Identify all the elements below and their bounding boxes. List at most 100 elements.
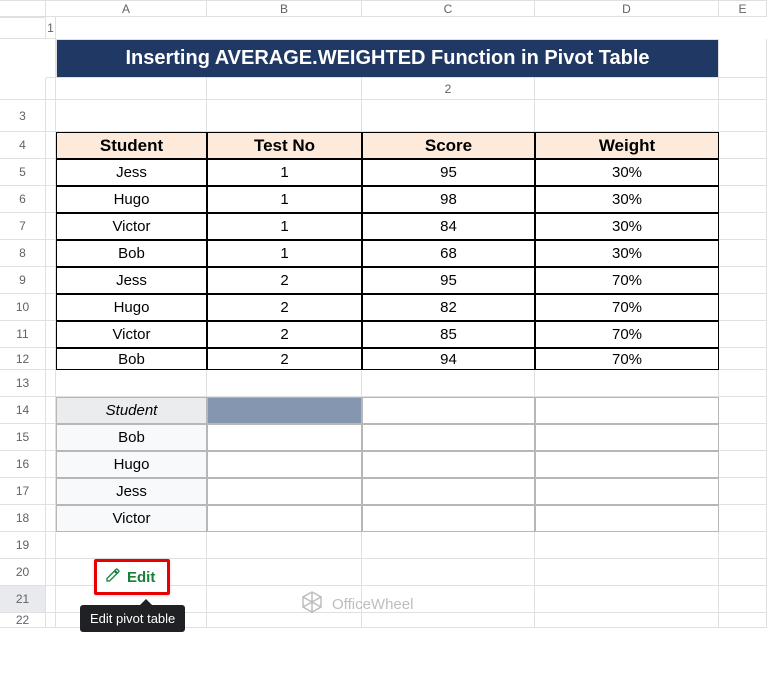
cell-A5[interactable] xyxy=(46,159,56,186)
pivot-blank[interactable] xyxy=(535,451,719,478)
cell-F17[interactable] xyxy=(719,478,767,505)
row-header-2[interactable]: 2 xyxy=(362,78,535,100)
pivot-blank[interactable] xyxy=(207,451,362,478)
cell-A6[interactable] xyxy=(46,186,56,213)
cell-A2[interactable] xyxy=(535,78,719,100)
cell-B1[interactable] xyxy=(719,39,767,78)
cell-A3[interactable] xyxy=(46,100,56,132)
table-row[interactable]: 70% xyxy=(535,321,719,348)
table-row[interactable]: 2 xyxy=(207,267,362,294)
cell-A10[interactable] xyxy=(46,294,56,321)
table-row[interactable]: 30% xyxy=(535,186,719,213)
pivot-blank[interactable] xyxy=(362,397,535,424)
table-row[interactable]: 30% xyxy=(535,240,719,267)
cell-A1[interactable] xyxy=(46,39,56,78)
pivot-row[interactable]: Jess xyxy=(56,478,207,505)
table-row[interactable]: Victor xyxy=(56,321,207,348)
pivot-blank[interactable] xyxy=(535,397,719,424)
col-header-extra[interactable] xyxy=(0,17,46,39)
row-header-3[interactable]: 3 xyxy=(0,100,46,132)
cell-A8[interactable] xyxy=(46,240,56,267)
cell-A15[interactable] xyxy=(46,424,56,451)
row-header-22[interactable]: 22 xyxy=(0,613,46,628)
table-row[interactable]: 1 xyxy=(207,186,362,213)
row-header-15[interactable]: 15 xyxy=(0,424,46,451)
cell-F10[interactable] xyxy=(719,294,767,321)
table-row[interactable]: Hugo xyxy=(56,294,207,321)
pivot-blank[interactable] xyxy=(362,424,535,451)
cell-A22[interactable] xyxy=(46,613,56,628)
cell-F3[interactable] xyxy=(719,100,767,132)
cell-F2[interactable] xyxy=(719,78,767,100)
table-row[interactable]: Bob xyxy=(56,348,207,370)
cell-A13[interactable] xyxy=(46,370,56,397)
pivot-blank[interactable] xyxy=(207,478,362,505)
cell-F16[interactable] xyxy=(719,451,767,478)
cell-F19[interactable] xyxy=(719,532,767,559)
table-row[interactable]: 30% xyxy=(535,159,719,186)
table-row[interactable]: 94 xyxy=(362,348,535,370)
table-row[interactable]: 82 xyxy=(362,294,535,321)
table-row[interactable]: Victor xyxy=(56,213,207,240)
table-row[interactable]: Bob xyxy=(56,240,207,267)
table-row[interactable]: 98 xyxy=(362,186,535,213)
cell-A14[interactable] xyxy=(46,397,56,424)
cell-A19[interactable] xyxy=(46,532,56,559)
table-row[interactable]: 95 xyxy=(362,267,535,294)
cell-F8[interactable] xyxy=(719,240,767,267)
cell-A11[interactable] xyxy=(46,321,56,348)
pivot-header-student[interactable]: Student xyxy=(56,397,207,424)
row-header-1[interactable]: 1 xyxy=(46,17,56,39)
cell-E13[interactable] xyxy=(535,370,719,397)
cell-F11[interactable] xyxy=(719,321,767,348)
cell-A16[interactable] xyxy=(46,451,56,478)
col-header-B[interactable]: B xyxy=(207,0,362,17)
cell-F15[interactable] xyxy=(719,424,767,451)
row-header-18[interactable]: 18 xyxy=(0,505,46,532)
cell-E21[interactable] xyxy=(535,586,719,613)
cell-E19[interactable] xyxy=(535,532,719,559)
cell-F1[interactable] xyxy=(207,78,362,100)
col-header-D[interactable]: D xyxy=(535,0,719,17)
row-header-9[interactable]: 9 xyxy=(0,267,46,294)
table-row[interactable]: 95 xyxy=(362,159,535,186)
row-header-19[interactable]: 19 xyxy=(0,532,46,559)
cell-F4[interactable] xyxy=(719,132,767,159)
col-header-C[interactable]: C xyxy=(362,0,535,17)
table-row[interactable]: Jess xyxy=(56,267,207,294)
cell-A9[interactable] xyxy=(46,267,56,294)
cell-A4[interactable] xyxy=(46,132,56,159)
table-row[interactable]: 2 xyxy=(207,348,362,370)
table-row[interactable]: 84 xyxy=(362,213,535,240)
row-header-8[interactable]: 8 xyxy=(0,240,46,267)
cell-B19[interactable] xyxy=(56,532,207,559)
row-header-21[interactable]: 21 xyxy=(0,586,46,613)
pivot-blank[interactable] xyxy=(362,478,535,505)
table-row[interactable]: 1 xyxy=(207,213,362,240)
cell-C19[interactable] xyxy=(207,532,362,559)
cell-F5[interactable] xyxy=(719,159,767,186)
cell-F21[interactable] xyxy=(719,586,767,613)
cell-C13[interactable] xyxy=(207,370,362,397)
pivot-row[interactable]: Hugo xyxy=(56,451,207,478)
cell-C3[interactable] xyxy=(207,100,362,132)
table-row[interactable]: 2 xyxy=(207,321,362,348)
pivot-blank[interactable] xyxy=(207,505,362,532)
row-header-12[interactable]: 12 xyxy=(0,348,46,370)
pivot-row[interactable]: Bob xyxy=(56,424,207,451)
row-header-5[interactable]: 5 xyxy=(0,159,46,186)
row-header-14[interactable]: 14 xyxy=(0,397,46,424)
row-header-4[interactable]: 4 xyxy=(0,132,46,159)
pivot-selected-cell[interactable] xyxy=(207,397,362,424)
table-row[interactable]: 70% xyxy=(535,348,719,370)
cell-C20[interactable] xyxy=(207,559,362,586)
table-row[interactable]: 70% xyxy=(535,294,719,321)
pivot-blank[interactable] xyxy=(535,478,719,505)
row-header-10[interactable]: 10 xyxy=(0,294,46,321)
cell-A18[interactable] xyxy=(46,505,56,532)
table-row[interactable]: 85 xyxy=(362,321,535,348)
cell-F9[interactable] xyxy=(719,267,767,294)
table-row[interactable]: Jess xyxy=(56,159,207,186)
pivot-row[interactable]: Victor xyxy=(56,505,207,532)
pivot-blank[interactable] xyxy=(362,451,535,478)
